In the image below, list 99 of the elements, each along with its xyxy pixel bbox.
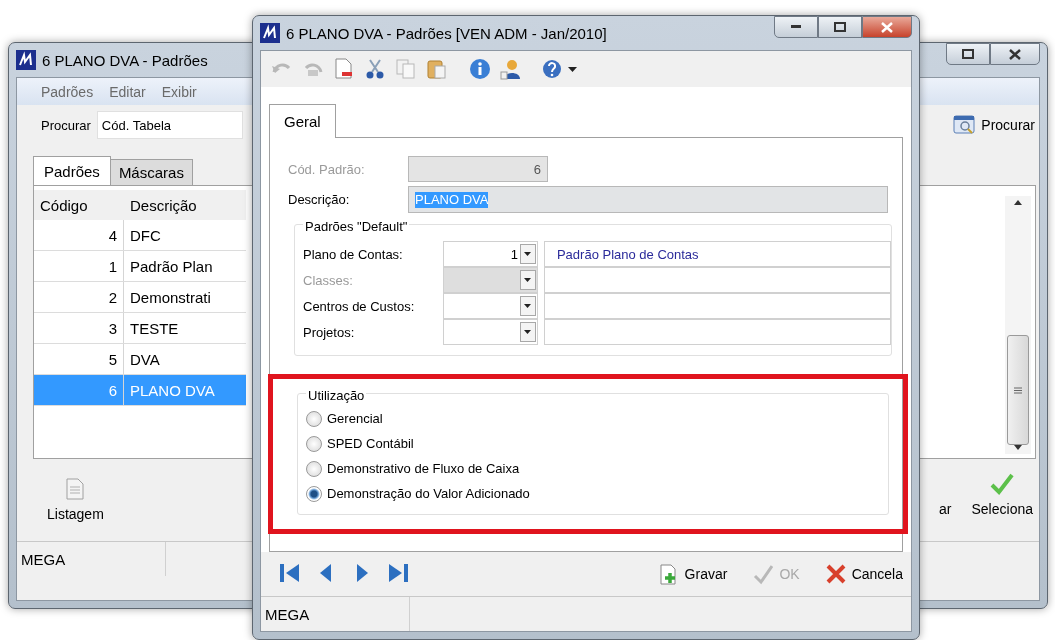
table-row[interactable]: 2 Demonstrati xyxy=(34,282,246,313)
input-field: 6 xyxy=(408,156,548,182)
window-title: 6 PLANO DVA - Padrões xyxy=(42,51,208,69)
search-field[interactable]: Cód. Tabela xyxy=(96,111,243,139)
caret-icon xyxy=(568,66,577,72)
table-cell: 4 xyxy=(108,226,117,244)
field-label: Descrição: xyxy=(288,191,351,207)
grip-icon xyxy=(1014,386,1022,394)
table-cell: Demonstrati xyxy=(130,288,211,306)
dialog-title: 6 PLANO DVA - Padrões [VEN ADM - Jan/2010] xyxy=(286,24,607,42)
close-button[interactable] xyxy=(862,16,912,38)
toolbar-button[interactable] xyxy=(500,58,522,80)
group-title: Utilização xyxy=(306,388,367,403)
radio-option[interactable]: Demonstração do Valor Adicionado xyxy=(306,481,530,506)
dropdown-arrow-icon[interactable] xyxy=(524,304,532,308)
toolbar-button[interactable] xyxy=(333,58,355,80)
menu-item[interactable]: Editar xyxy=(109,83,146,100)
field-label: Plano de Contas: xyxy=(303,246,404,262)
status-text: MEGA xyxy=(21,550,66,568)
tab[interactable]: Padrões xyxy=(33,156,111,185)
radio-option[interactable]: Gerencial xyxy=(306,406,383,431)
search-icon xyxy=(953,115,976,135)
close-icon xyxy=(1009,48,1021,60)
field-label: Cód. Padrão: xyxy=(288,161,366,177)
checkmark-icon xyxy=(753,563,774,585)
tab[interactable]: Máscaras xyxy=(109,159,193,185)
table-cell: 3 xyxy=(108,319,117,337)
select-button[interactable]: Seleciona xyxy=(965,465,1039,525)
table-cell: 5 xyxy=(108,350,117,368)
paste-icon xyxy=(426,58,448,80)
dropdown-arrow-icon[interactable] xyxy=(524,252,532,256)
help-icon xyxy=(541,58,563,80)
combo-box[interactable]: 1 xyxy=(442,241,538,267)
input-field[interactable] xyxy=(543,319,891,345)
radio-button[interactable] xyxy=(306,485,322,502)
first-record-icon xyxy=(279,561,301,584)
table-cell: DVA xyxy=(130,350,160,368)
checkmark-icon xyxy=(990,473,1015,495)
table-row[interactable]: 4 DFC xyxy=(34,220,246,251)
user-icon xyxy=(500,58,522,80)
button-label[interactable]: ar xyxy=(939,501,952,525)
close-icon xyxy=(881,21,893,33)
save-icon xyxy=(658,563,679,585)
menu-item[interactable]: Exibir xyxy=(161,83,197,100)
document-icon xyxy=(66,478,85,500)
field-label: Classes: xyxy=(303,272,354,288)
radio-button[interactable] xyxy=(306,435,322,452)
list-button[interactable]: Listagem xyxy=(41,470,110,530)
app-logo-icon xyxy=(16,50,36,70)
scissors-icon xyxy=(364,58,386,80)
toolbar-button[interactable] xyxy=(469,58,491,80)
info-icon xyxy=(469,58,491,80)
scroll-up-icon xyxy=(1014,200,1022,205)
action-button[interactable]: Gravar xyxy=(656,561,730,587)
column-header[interactable]: Descrição xyxy=(124,190,246,220)
input-field[interactable]: Padrão Plano de Contas xyxy=(543,241,891,267)
table-cell: 1 xyxy=(108,257,117,275)
input-field[interactable] xyxy=(543,293,891,319)
copy-icon xyxy=(395,58,417,80)
maximize-icon xyxy=(962,49,974,59)
minimize-button[interactable] xyxy=(774,16,818,38)
radio-option[interactable]: Demonstrativo de Fluxo de Caixa xyxy=(306,456,520,481)
table-cell: TESTE xyxy=(130,319,179,337)
maximize-icon xyxy=(834,22,846,32)
table-row[interactable]: 3 TESTE xyxy=(34,313,246,344)
minimize-icon xyxy=(791,25,801,29)
table-cell: PLANO DVA xyxy=(130,381,215,399)
column-header[interactable]: Código xyxy=(34,190,124,220)
field-label: Centros de Custos: xyxy=(303,298,416,314)
group-title: Padrões "Default" xyxy=(303,219,410,234)
menu-item[interactable]: Padrões xyxy=(41,83,94,100)
toolbar-button[interactable] xyxy=(541,58,563,80)
scrollbar-thumb[interactable] xyxy=(1007,335,1029,445)
radio-option[interactable]: SPED Contábil xyxy=(306,431,414,456)
toolbar-button[interactable] xyxy=(364,58,386,80)
radio-button[interactable] xyxy=(306,410,322,427)
search-button[interactable]: Procurar xyxy=(949,115,1039,135)
cancel-icon xyxy=(825,563,846,585)
table-row[interactable]: 1 Padrão Plan xyxy=(34,251,246,282)
radio-button[interactable] xyxy=(306,460,322,477)
input-field[interactable] xyxy=(543,267,891,293)
maximize-button[interactable] xyxy=(946,43,990,65)
maximize-button[interactable] xyxy=(818,16,862,38)
tab[interactable]: Geral xyxy=(269,104,336,138)
close-button[interactable] xyxy=(990,43,1040,65)
table-cell: DFC xyxy=(130,226,161,244)
document-icon xyxy=(333,58,355,80)
scrollbar[interactable] xyxy=(1005,196,1031,454)
status-text: MEGA xyxy=(265,605,310,623)
table-cell: 2 xyxy=(108,288,117,306)
app-logo-icon xyxy=(260,23,280,43)
field-label: Projetos: xyxy=(303,324,356,340)
action-button[interactable]: Cancela xyxy=(823,561,905,587)
dropdown-arrow-icon[interactable] xyxy=(524,330,532,334)
search-label: Procurar xyxy=(41,117,91,133)
last-record-icon xyxy=(387,561,409,584)
table-cell: 6 xyxy=(108,381,117,399)
dropdown-button[interactable] xyxy=(568,66,577,72)
table-cell: Padrão Plan xyxy=(130,257,213,275)
